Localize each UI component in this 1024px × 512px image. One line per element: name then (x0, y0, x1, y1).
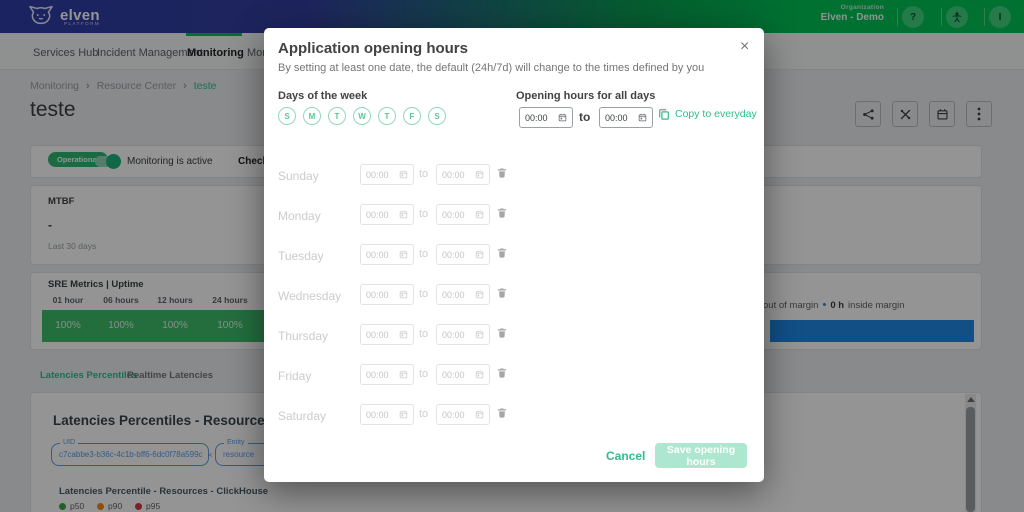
day-label: Saturday (278, 409, 326, 423)
calendar-icon (475, 370, 484, 379)
calendar-icon (399, 250, 408, 259)
time-value: 00:00 (442, 370, 465, 380)
copy-icon (658, 108, 670, 120)
time-value: 00:00 (366, 370, 389, 380)
calendar-icon (475, 250, 484, 259)
from-time-input[interactable]: 00:00 (360, 324, 414, 345)
day-circle-friday[interactable]: F (403, 107, 421, 125)
day-label: Wednesday (278, 289, 341, 303)
day-label: Sunday (278, 169, 319, 183)
calendar-icon (399, 410, 408, 419)
to-time-input[interactable]: 00:00 (436, 284, 490, 305)
cancel-button[interactable]: Cancel (600, 448, 651, 464)
to-time-input[interactable]: 00:00 (436, 204, 490, 225)
calendar-icon (399, 290, 408, 299)
to-label: to (419, 408, 428, 420)
all-days-to-input[interactable]: 00:00 (599, 107, 653, 128)
day-circle-monday[interactable]: M (303, 107, 321, 125)
from-time-input[interactable]: 00:00 (360, 364, 414, 385)
calendar-icon (558, 113, 567, 122)
to-label: to (419, 248, 428, 260)
day-circle-sunday[interactable]: S (278, 107, 296, 125)
calendar-icon (638, 113, 647, 122)
save-opening-hours-button[interactable]: Save opening hours (655, 443, 747, 468)
time-value: 00:00 (525, 113, 548, 123)
calendar-icon (475, 410, 484, 419)
day-circle-wednesday[interactable]: W (353, 107, 371, 125)
days-of-week-label: Days of the week (278, 90, 367, 102)
close-icon[interactable]: × (738, 36, 751, 58)
day-row-sunday: Sunday 00:00 to 00:00 (264, 164, 764, 186)
all-days-from-input[interactable]: 00:00 (519, 107, 573, 128)
opening-hours-dialog: Application opening hours × By setting a… (264, 28, 764, 482)
day-row-tuesday: Tuesday 00:00 to 00:00 (264, 244, 764, 266)
to-time-input[interactable]: 00:00 (436, 364, 490, 385)
trash-icon[interactable] (497, 327, 507, 342)
calendar-icon (399, 330, 408, 339)
day-label: Monday (278, 209, 321, 223)
time-value: 00:00 (366, 170, 389, 180)
calendar-icon (475, 210, 484, 219)
dialog-title: Application opening hours (278, 40, 468, 57)
to-time-input[interactable]: 00:00 (436, 324, 490, 345)
calendar-icon (475, 290, 484, 299)
trash-icon[interactable] (497, 407, 507, 422)
day-row-friday: Friday 00:00 to 00:00 (264, 364, 764, 386)
time-value: 00:00 (366, 330, 389, 340)
day-label: Thursday (278, 329, 328, 343)
day-label: Friday (278, 369, 311, 383)
time-value: 00:00 (366, 210, 389, 220)
calendar-icon (475, 170, 484, 179)
trash-icon[interactable] (497, 287, 507, 302)
calendar-icon (399, 210, 408, 219)
to-label: to (419, 288, 428, 300)
to-label: to (579, 110, 590, 124)
day-label: Tuesday (278, 249, 324, 263)
to-label: to (419, 168, 428, 180)
to-label: to (419, 208, 428, 220)
from-time-input[interactable]: 00:00 (360, 404, 414, 425)
to-time-input[interactable]: 00:00 (436, 164, 490, 185)
day-row-saturday: Saturday 00:00 to 00:00 (264, 404, 764, 426)
time-value: 00:00 (366, 290, 389, 300)
trash-icon[interactable] (497, 367, 507, 382)
dialog-subtitle: By setting at least one date, the defaul… (278, 62, 704, 74)
calendar-icon (475, 330, 484, 339)
trash-icon[interactable] (497, 167, 507, 182)
opening-hours-label: Opening hours for all days (516, 90, 655, 102)
from-time-input[interactable]: 00:00 (360, 164, 414, 185)
day-row-monday: Monday 00:00 to 00:00 (264, 204, 764, 226)
time-value: 00:00 (605, 113, 628, 123)
to-time-input[interactable]: 00:00 (436, 404, 490, 425)
to-label: to (419, 328, 428, 340)
time-value: 00:00 (366, 250, 389, 260)
calendar-icon (399, 170, 408, 179)
calendar-icon (399, 370, 408, 379)
from-time-input[interactable]: 00:00 (360, 284, 414, 305)
from-time-input[interactable]: 00:00 (360, 244, 414, 265)
day-circle-saturday[interactable]: S (428, 107, 446, 125)
time-value: 00:00 (442, 410, 465, 420)
to-label: to (419, 368, 428, 380)
week-day-selector: S M T W T F S (278, 107, 446, 125)
copy-to-everyday-link[interactable]: Copy to everyday (658, 108, 757, 120)
trash-icon[interactable] (497, 247, 507, 262)
time-value: 00:00 (442, 210, 465, 220)
time-value: 00:00 (442, 330, 465, 340)
day-circle-thursday[interactable]: T (378, 107, 396, 125)
day-row-thursday: Thursday 00:00 to 00:00 (264, 324, 764, 346)
time-value: 00:00 (442, 170, 465, 180)
to-time-input[interactable]: 00:00 (436, 244, 490, 265)
time-value: 00:00 (442, 290, 465, 300)
time-value: 00:00 (442, 250, 465, 260)
trash-icon[interactable] (497, 207, 507, 222)
from-time-input[interactable]: 00:00 (360, 204, 414, 225)
day-row-wednesday: Wednesday 00:00 to 00:00 (264, 284, 764, 306)
application-window: elven PLATFORM Organization Elven - Demo… (0, 0, 1024, 512)
day-circle-tuesday[interactable]: T (328, 107, 346, 125)
copy-to-everyday-label: Copy to everyday (675, 108, 757, 120)
time-value: 00:00 (366, 410, 389, 420)
